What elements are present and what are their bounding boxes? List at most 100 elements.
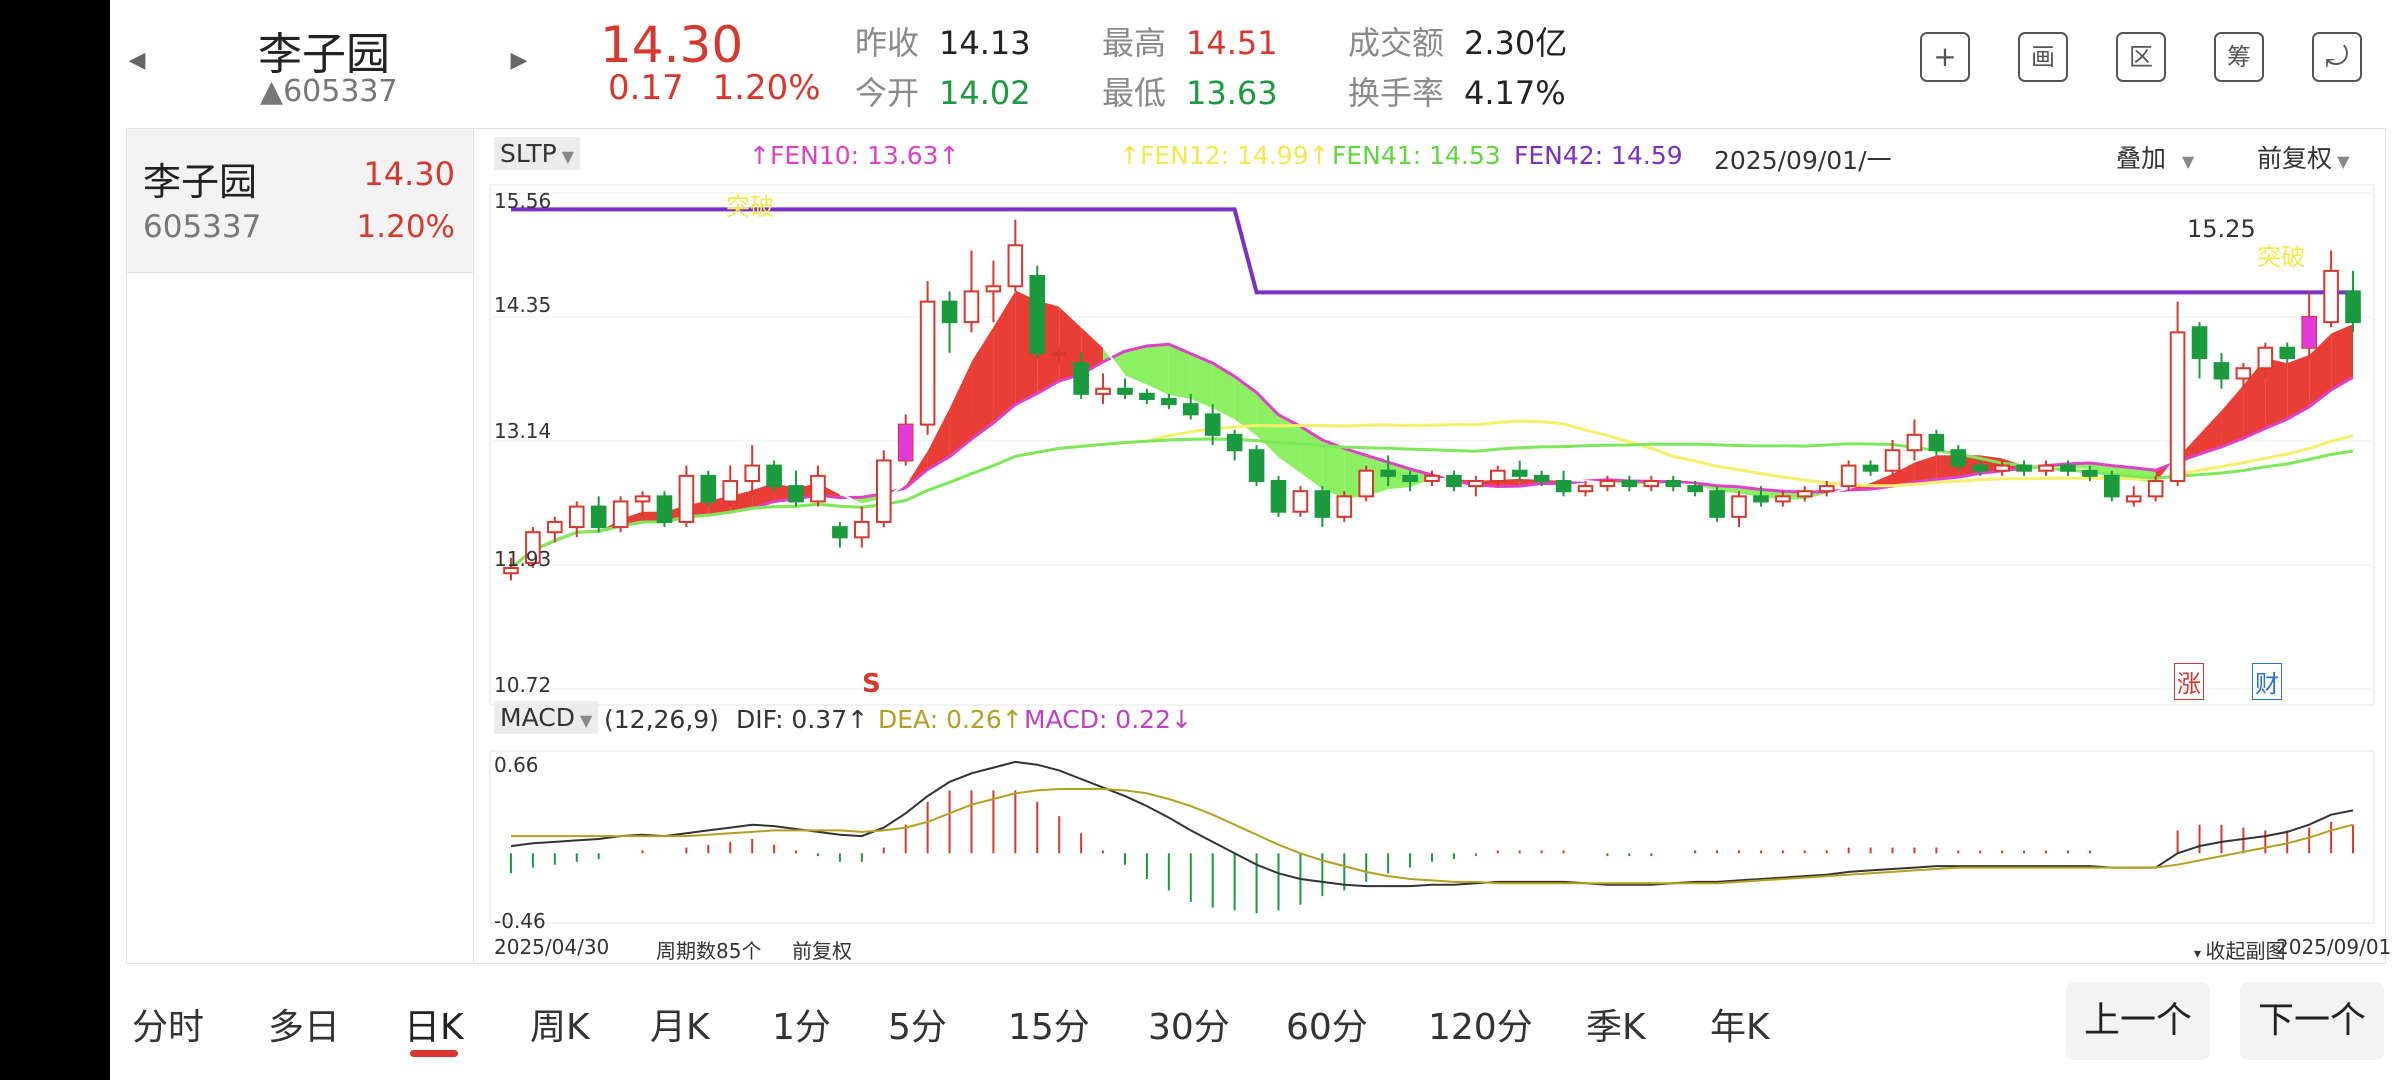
tab-5min[interactable]: 5分 (888, 998, 947, 1050)
end-date: 2025/09/01 (2276, 935, 2392, 959)
candle-down (1665, 479, 1682, 488)
candle-up (1489, 469, 1506, 482)
tab-1min[interactable]: 1分 (772, 998, 831, 1050)
rotate-screen-icon[interactable]: ⤾ (2312, 32, 2362, 82)
prev-stock-button[interactable]: 上一个 (2066, 982, 2210, 1060)
range-icon[interactable]: 区 (2116, 32, 2166, 82)
chevron-right-icon[interactable]: ▶ (504, 48, 534, 73)
candle-up (1731, 495, 1747, 518)
stock-name: 李子园 (258, 29, 390, 80)
tab-120min[interactable]: 120分 (1428, 998, 1533, 1050)
kline-chart[interactable]: SLTP ▼ ↑FEN10: 13.63↑ ↑FEN12: 14.99↑ FEN… (474, 128, 2391, 964)
tab-30min[interactable]: 30分 (1148, 998, 1230, 1050)
draw-icon[interactable]: 画 (2018, 32, 2068, 82)
candle-down (2060, 464, 2076, 472)
tab-multi-day[interactable]: 多日 (268, 998, 340, 1050)
candle-up (1424, 474, 1440, 482)
signal-candle (2302, 317, 2316, 348)
candle-up (1358, 469, 1375, 498)
stock-app: ◀ 李子园 ▲605337 ▶ 14.30 0.17 1.20% 昨收 14.13… (110, 0, 2400, 1080)
candle-up (2235, 367, 2252, 380)
stat-high: 最高 14.51 (1102, 24, 1278, 62)
price-pane-frame (489, 184, 2375, 706)
tab-60min[interactable]: 60分 (1286, 998, 1368, 1050)
list-stock-name: 李子园 (143, 160, 258, 204)
candle-down (1972, 464, 1989, 472)
bull-band-segment (2221, 383, 2244, 447)
candle-up (634, 495, 651, 503)
stock-list-item[interactable]: 李子园 14.30 605337 1.20% (127, 129, 473, 273)
change-value: 0.17 (608, 68, 684, 108)
chevron-left-icon[interactable]: ◀ (122, 48, 152, 73)
candle-down (1314, 490, 1331, 518)
chart-date: 2025/09/01/一 (1714, 146, 1892, 175)
tab-intraday[interactable]: 分时 (132, 998, 204, 1050)
list-stock-code: 605337 (143, 209, 262, 245)
change-pct: 1.20% (712, 68, 821, 108)
candle-up (612, 500, 629, 529)
y-label-4: 11.93 (494, 547, 552, 571)
candle-down (941, 300, 958, 324)
tab-15min[interactable]: 15分 (1008, 998, 1090, 1050)
candle-down (1687, 485, 1703, 493)
tab-monthly-k[interactable]: 月K (650, 998, 710, 1050)
sell-marker[interactable]: S (862, 669, 881, 699)
tab-daily-k[interactable]: 日K (404, 998, 464, 1057)
list-stock-price: 14.30 (363, 155, 455, 193)
candle-down (1161, 397, 1177, 406)
limit-up-marker[interactable]: 涨 (2174, 663, 2204, 700)
price-change: 0.17 1.20% (608, 68, 821, 108)
candle-up (1775, 495, 1791, 503)
finance-marker[interactable]: 财 (2252, 663, 2282, 700)
macd-dif: DIF: 0.37↑ (736, 705, 869, 734)
collapse-subchart[interactable]: ▾ 收起副图 (2194, 935, 2285, 964)
macd-pane-frame (489, 750, 2375, 924)
candle-down (788, 485, 804, 503)
candle-down (832, 526, 848, 539)
candle-up (985, 285, 1002, 293)
candle-up (810, 474, 826, 503)
dea-line (511, 788, 2354, 885)
quote-header: ◀ 李子园 ▲605337 ▶ 14.30 0.17 1.20% 昨收 14.13… (110, 0, 2400, 125)
candle-down (1533, 474, 1550, 482)
candle-up (722, 479, 739, 503)
y-label-min: 10.72 (494, 673, 552, 697)
active-tab-indicator (410, 1050, 458, 1057)
indicator-select[interactable]: SLTP ▼ (494, 137, 581, 170)
candle-up (1818, 485, 1835, 493)
candle-down (590, 505, 607, 529)
candle-down (1402, 474, 1418, 482)
y-label-3: 13.14 (494, 419, 552, 443)
tab-yearly-k[interactable]: 年K (1710, 998, 1770, 1050)
fen42-line (511, 207, 2353, 295)
candle-up (2038, 464, 2054, 472)
macd-select[interactable]: MACD ▼ (494, 701, 599, 734)
candle-down (766, 464, 782, 488)
candle-up (1994, 464, 2010, 472)
candle-down (1248, 449, 1265, 482)
breakout-label-2: 突破 (2257, 243, 2305, 271)
stat-open: 今开 14.02 (855, 74, 1031, 112)
candle-down (1950, 449, 1967, 467)
candle-down (1511, 469, 1528, 477)
tab-quarterly-k[interactable]: 季K (1586, 998, 1646, 1050)
candle-down (2213, 362, 2230, 380)
add-icon[interactable]: + (1920, 32, 1970, 82)
list-stock-pct: 1.20% (356, 209, 455, 245)
period-tabs: 分时 多日 日K 周K 月K 1分 5分 15分 30分 60分 120分 季K… (110, 972, 2400, 1080)
overlay-select[interactable]: 叠加 ▼ (2116, 139, 2194, 175)
candle-down (1446, 474, 1462, 488)
candle-up (547, 520, 563, 534)
candle-up (854, 520, 870, 539)
next-stock-button[interactable]: 下一个 (2240, 982, 2384, 1060)
high-price-label: 15.25 (2187, 215, 2256, 243)
candle-down (1621, 479, 1638, 488)
candle-down (2104, 474, 2120, 498)
candle-down (2082, 469, 2098, 477)
tab-weekly-k[interactable]: 周K (530, 998, 590, 1050)
adjust-select[interactable]: 前复权 ▼ (2257, 139, 2349, 175)
chips-icon[interactable]: 筹 (2214, 32, 2264, 82)
macd-params: (12,26,9) (604, 705, 719, 734)
fen10-line (510, 342, 2354, 570)
candle-down (1029, 275, 1046, 354)
